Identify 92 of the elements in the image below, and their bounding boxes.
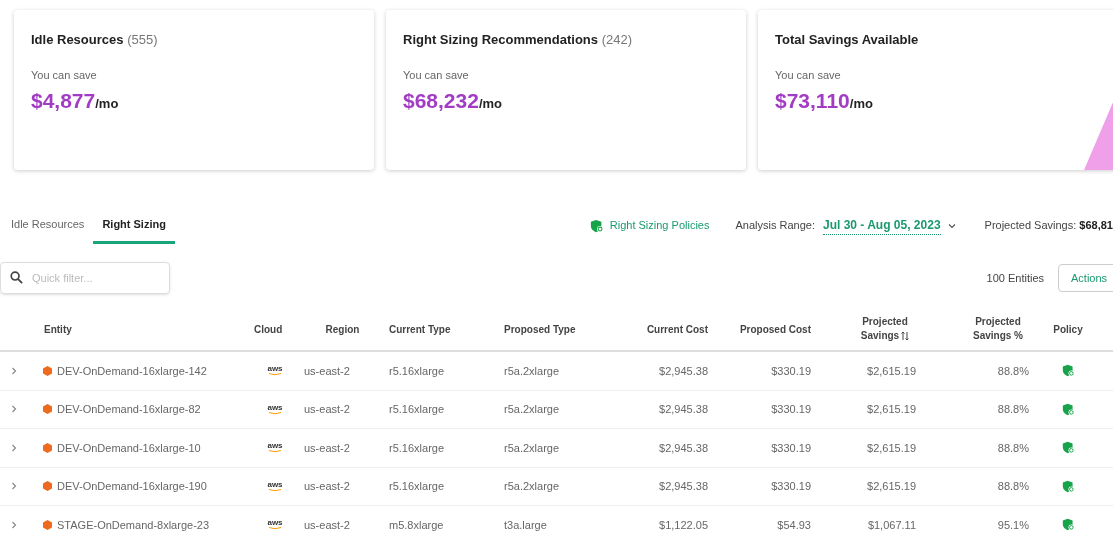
table-cell: r5.16xlarge xyxy=(389,364,445,377)
cloud-logo: aws xyxy=(267,519,283,531)
shield-icon xyxy=(1061,479,1075,493)
instance-icon xyxy=(43,442,52,453)
table-cell: $330.19 xyxy=(771,480,811,492)
table-cell: t3a.large xyxy=(504,518,547,531)
column-header[interactable]: Projected Savings xyxy=(854,315,916,343)
table-cell: r5.16xlarge xyxy=(389,403,445,415)
expand-icon[interactable] xyxy=(10,482,18,491)
tab[interactable]: Idle Resources xyxy=(2,207,94,244)
cloud-logo: aws xyxy=(267,442,283,454)
table-cell: $2,945.38 xyxy=(659,364,708,377)
savings-amount: $4,877/mo xyxy=(31,88,120,114)
expand-icon[interactable] xyxy=(10,405,18,414)
instance-icon xyxy=(43,404,52,415)
card-title: Idle Resources (555) xyxy=(31,31,159,49)
expand-icon[interactable] xyxy=(10,520,18,529)
table-cell: 88.8% xyxy=(997,441,1029,454)
table-cell: $2,615.19 xyxy=(867,480,916,492)
date-range-dropdown[interactable]: Jul 30 - Aug 05, 2023 xyxy=(822,216,957,235)
shield-icon xyxy=(1061,441,1075,455)
table-cell: r5a.2xlarge xyxy=(504,364,560,377)
table-cell-text: DEV-OnDemand-16xlarge-190 xyxy=(57,479,207,494)
expand-icon[interactable] xyxy=(10,366,18,375)
card-title: Total Savings Available xyxy=(775,31,920,49)
table-cell: $2,945.38 xyxy=(659,441,708,454)
cloud-logo: aws xyxy=(267,365,283,377)
table-cell-text: DEV-OnDemand-16xlarge-142 xyxy=(57,363,207,379)
column-header: Cloud xyxy=(254,322,283,337)
table-cell: r5a.2xlarge xyxy=(504,441,560,454)
table-cell: r5a.2xlarge xyxy=(504,403,560,415)
table-cell: r5a.2xlarge xyxy=(504,480,560,492)
card-title: Right Sizing Recommendations (242) xyxy=(403,31,633,49)
cloud-logo: aws xyxy=(267,403,283,415)
instance-icon xyxy=(43,365,52,376)
column-header: Entity xyxy=(44,322,72,337)
table-cell: $2,945.38 xyxy=(659,403,708,415)
table-cell-text: DEV-OnDemand-16xlarge-10 xyxy=(57,440,201,456)
table-cell: $1,067.11 xyxy=(867,518,916,531)
sort-icon[interactable] xyxy=(901,331,910,342)
table-cell: r5.16xlarge xyxy=(389,480,445,492)
decoration-shape xyxy=(1084,100,1113,170)
projected-savings: Projected Savings: $68,81 xyxy=(984,218,1113,234)
table-cell: $2,615.19 xyxy=(867,403,916,415)
column-header: Policy xyxy=(1053,322,1083,337)
column-header: Projected Savings % xyxy=(972,315,1024,343)
column-header: Proposed Type xyxy=(504,322,576,337)
expand-icon[interactable] xyxy=(10,443,18,452)
table-cell: 88.8% xyxy=(997,480,1029,492)
cloud-logo: aws xyxy=(267,480,283,492)
table-cell: us-east-2 xyxy=(304,403,350,415)
table-cell: r5.16xlarge xyxy=(389,441,445,454)
card-caption: You can save xyxy=(775,67,842,83)
column-header: Current Type xyxy=(389,322,451,337)
range-label: Analysis Range: xyxy=(735,218,815,234)
table-cell: $2,945.38 xyxy=(659,480,708,492)
table-cell: us-east-2 xyxy=(304,518,350,531)
instance-icon xyxy=(43,519,52,530)
table-cell: $2,615.19 xyxy=(867,364,916,377)
table-cell: $330.19 xyxy=(771,403,811,415)
table-cell: us-east-2 xyxy=(304,480,350,492)
savings-amount: $73,110/mo xyxy=(775,88,874,114)
shield-icon xyxy=(589,218,604,233)
table-cell-text: DEV-OnDemand-16xlarge-82 xyxy=(57,402,201,417)
table-cell: $330.19 xyxy=(771,364,811,377)
table-cell: us-east-2 xyxy=(304,364,350,377)
actions-button[interactable]: Actions xyxy=(1058,264,1113,292)
table-cell: us-east-2 xyxy=(304,441,350,454)
savings-amount: $68,232/mo xyxy=(403,88,504,114)
entity-count: 100 Entities xyxy=(986,270,1044,286)
column-header: Proposed Cost xyxy=(739,322,811,337)
table-cell: $330.19 xyxy=(771,441,811,454)
shield-icon xyxy=(1061,518,1075,532)
table-cell: m5.8xlarge xyxy=(389,518,444,531)
table-cell: $54.93 xyxy=(777,518,811,531)
table-cell: 88.8% xyxy=(997,403,1029,415)
table-cell-text: STAGE-OnDemand-8xlarge-23 xyxy=(57,517,210,533)
shield-icon xyxy=(1061,364,1075,378)
tab[interactable]: Right Sizing xyxy=(93,207,175,244)
search-field[interactable]: Quick filter... xyxy=(0,262,170,294)
table-cell: 95.1% xyxy=(997,518,1029,531)
search-icon xyxy=(10,271,23,284)
card-caption: You can save xyxy=(403,67,470,83)
table-cell: $1,122.05 xyxy=(659,518,708,531)
table-cell: 88.8% xyxy=(997,364,1029,377)
instance-icon xyxy=(43,481,52,492)
column-header: Current Cost xyxy=(646,322,708,337)
shield-icon xyxy=(1061,402,1075,416)
column-header: Region xyxy=(325,322,360,337)
table-cell: $2,615.19 xyxy=(867,441,916,454)
policies-link[interactable]: Right Sizing Policies xyxy=(589,217,710,234)
card-caption: You can save xyxy=(31,67,98,83)
